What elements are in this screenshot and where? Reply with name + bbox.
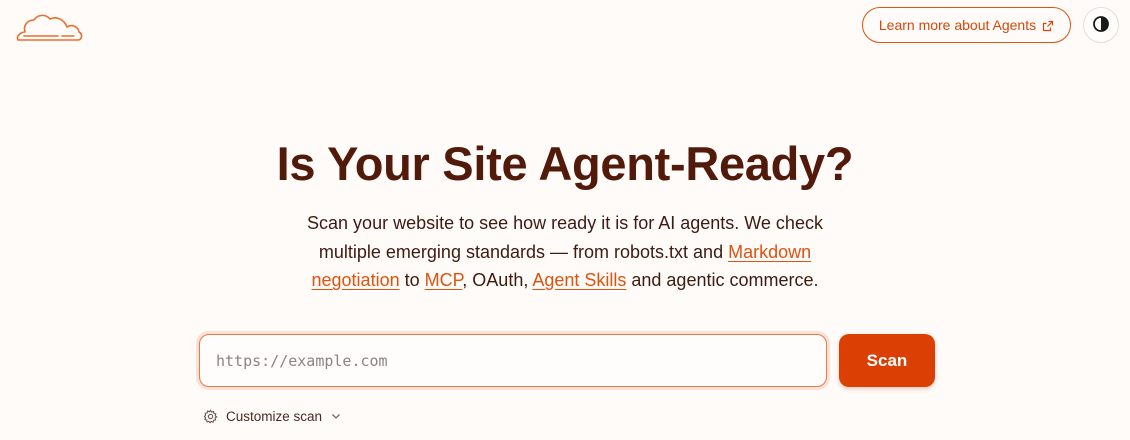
theme-toggle-button[interactable] [1083,7,1119,43]
customize-scan-toggle[interactable]: Customize scan [203,406,342,426]
mcp-link[interactable]: MCP [425,270,463,290]
contrast-icon [1092,15,1110,36]
description-text: and agentic commerce. [626,270,819,290]
learn-more-agents-button[interactable]: Learn more about Agents [862,7,1071,43]
url-input[interactable] [199,334,827,387]
gear-icon [203,408,218,424]
scan-button[interactable]: Scan [839,334,935,387]
page-title: Is Your Site Agent-Ready? [276,137,854,190]
learn-more-label: Learn more about Agents [878,17,1037,33]
cloudflare-logo-icon[interactable] [14,10,84,44]
customize-scan-label: Customize scan [226,408,323,424]
chevron-down-icon [330,410,342,422]
agent-skills-link[interactable]: Agent Skills [532,270,626,290]
external-link-icon [1042,19,1054,32]
hero-description: Scan your website to see how ready it is… [290,209,840,295]
description-text: to [399,270,425,290]
description-text: , OAuth, [462,270,533,290]
